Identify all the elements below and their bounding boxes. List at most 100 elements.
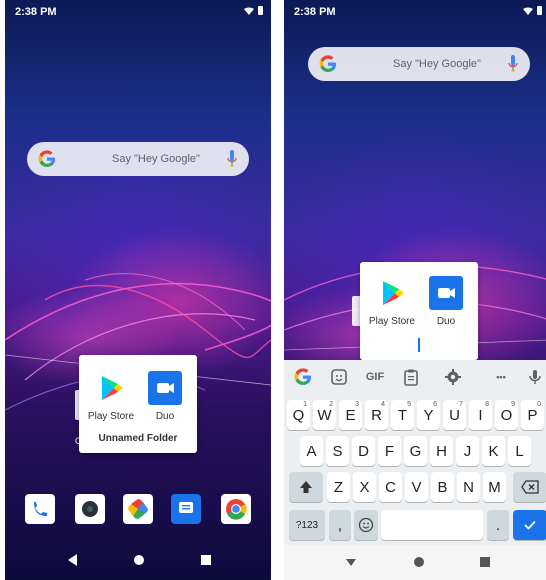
key-q[interactable]: 1Q xyxy=(287,400,310,430)
google-search-bar[interactable]: Say "Hey Google" xyxy=(308,47,530,81)
play-store-icon xyxy=(375,276,409,310)
mic-icon[interactable] xyxy=(227,150,237,168)
recents-icon[interactable] xyxy=(478,555,492,569)
folder-name[interactable]: Unnamed Folder xyxy=(79,433,197,444)
key-n[interactable]: N xyxy=(457,472,480,502)
backspace-key[interactable] xyxy=(513,472,546,502)
hide-keyboard-icon[interactable] xyxy=(344,555,358,569)
key-l[interactable]: L xyxy=(508,436,531,466)
phone-app[interactable] xyxy=(25,494,55,524)
key-j[interactable]: J xyxy=(456,436,479,466)
comma-key[interactable]: , xyxy=(329,510,351,540)
chrome-app[interactable] xyxy=(221,494,251,524)
navigation-bar xyxy=(284,545,546,580)
key-b[interactable]: B xyxy=(431,472,454,502)
key-label: Y xyxy=(423,406,434,424)
key-w[interactable]: 2W xyxy=(313,400,336,430)
mic-icon[interactable] xyxy=(508,55,518,73)
voice-input-icon[interactable] xyxy=(524,367,546,387)
key-t[interactable]: 5T xyxy=(391,400,414,430)
key-o[interactable]: 9O xyxy=(495,400,518,430)
sticker-icon[interactable] xyxy=(328,367,350,387)
key-hint-number: 6 xyxy=(433,401,437,408)
home-icon[interactable] xyxy=(131,552,147,568)
folder-app-duo[interactable]: Duo xyxy=(416,276,476,327)
key-label: Q xyxy=(292,406,305,424)
backspace-icon xyxy=(521,480,539,494)
key-f[interactable]: F xyxy=(378,436,401,466)
google-search-bar[interactable]: Say "Hey Google" xyxy=(27,142,249,176)
checkmark-icon xyxy=(524,520,536,530)
duo-icon xyxy=(148,371,182,405)
space-key[interactable] xyxy=(381,510,483,540)
duo-icon xyxy=(429,276,463,310)
period-key[interactable]: . xyxy=(487,510,509,540)
messages-app[interactable] xyxy=(171,494,201,524)
recents-icon[interactable] xyxy=(198,552,214,568)
folder-app-duo[interactable]: Duo xyxy=(135,371,195,422)
key-p[interactable]: 0P xyxy=(521,400,544,430)
messages-icon xyxy=(179,502,193,513)
key-s[interactable]: S xyxy=(326,436,349,466)
key-d[interactable]: D xyxy=(352,436,375,466)
status-bar: 2:38 PM xyxy=(284,0,546,24)
folder-app-play-store[interactable]: Play Store xyxy=(81,371,141,422)
key-hint-number: 8 xyxy=(485,401,489,408)
clipboard-icon[interactable] xyxy=(400,367,422,387)
key-m[interactable]: M xyxy=(483,472,506,502)
home-screen-left: 2:38 PM Say "Hey Google" G xyxy=(5,0,271,580)
google-logo-icon xyxy=(319,55,336,72)
camera-icon xyxy=(82,501,98,517)
key-i[interactable]: 8I xyxy=(469,400,492,430)
folder-app-play-store[interactable]: Play Store xyxy=(362,276,422,327)
duo-label: Duo xyxy=(155,411,175,422)
key-k[interactable]: K xyxy=(482,436,505,466)
key-y[interactable]: 6Y xyxy=(417,400,440,430)
key-hint-number: 2 xyxy=(329,401,333,408)
emoji-key[interactable] xyxy=(354,510,378,540)
google-logo-icon xyxy=(38,150,55,167)
key-label: P xyxy=(527,406,538,424)
key-a[interactable]: A xyxy=(300,436,323,466)
shift-key[interactable] xyxy=(289,472,323,502)
keyboard: GIF ••• 1Q2W3E4R5T6Y7U8I9O0P ASDFGHJKL Z… xyxy=(284,360,546,545)
status-time: 2:38 PM xyxy=(294,6,336,18)
status-bar: 2:38 PM xyxy=(5,0,271,24)
key-hint-number: 9 xyxy=(511,401,515,408)
key-label: O xyxy=(500,406,513,424)
key-x[interactable]: X xyxy=(353,472,376,502)
gif-button[interactable]: GIF xyxy=(364,367,386,387)
symbols-key[interactable]: ?123 xyxy=(289,510,325,540)
key-hint-number: 7 xyxy=(459,401,463,408)
camera-app[interactable] xyxy=(75,494,105,524)
key-hint-number: 4 xyxy=(381,401,385,408)
key-u[interactable]: 7U xyxy=(443,400,466,430)
search-hint: Say "Hey Google" xyxy=(112,153,200,165)
key-h[interactable]: H xyxy=(430,436,453,466)
more-options-button[interactable]: ••• xyxy=(490,367,512,387)
key-e[interactable]: 3E xyxy=(339,400,362,430)
duo-label: Duo xyxy=(436,316,456,327)
key-g[interactable]: G xyxy=(404,436,427,466)
key-c[interactable]: C xyxy=(379,472,402,502)
key-hint-number: 3 xyxy=(355,401,359,408)
settings-gear-icon[interactable] xyxy=(442,367,464,387)
open-folder: Play Store Duo xyxy=(360,262,478,360)
battery-icon xyxy=(258,6,263,15)
search-hint: Say "Hey Google" xyxy=(393,58,481,70)
navigation-bar xyxy=(5,540,271,580)
shift-arrow-icon xyxy=(300,481,312,493)
enter-key[interactable] xyxy=(513,510,546,540)
folder-name-cursor[interactable] xyxy=(418,338,420,352)
wifi-icon xyxy=(523,7,533,15)
google-logo-icon[interactable] xyxy=(292,367,314,387)
key-hint-number: 5 xyxy=(407,401,411,408)
photos-app[interactable] xyxy=(123,494,153,524)
key-r[interactable]: 4R xyxy=(365,400,388,430)
home-icon[interactable] xyxy=(412,555,426,569)
status-time: 2:38 PM xyxy=(15,6,57,18)
keyboard-toolbar: GIF ••• xyxy=(284,360,546,394)
key-v[interactable]: V xyxy=(405,472,428,502)
back-icon[interactable] xyxy=(65,552,81,568)
key-z[interactable]: Z xyxy=(327,472,350,502)
